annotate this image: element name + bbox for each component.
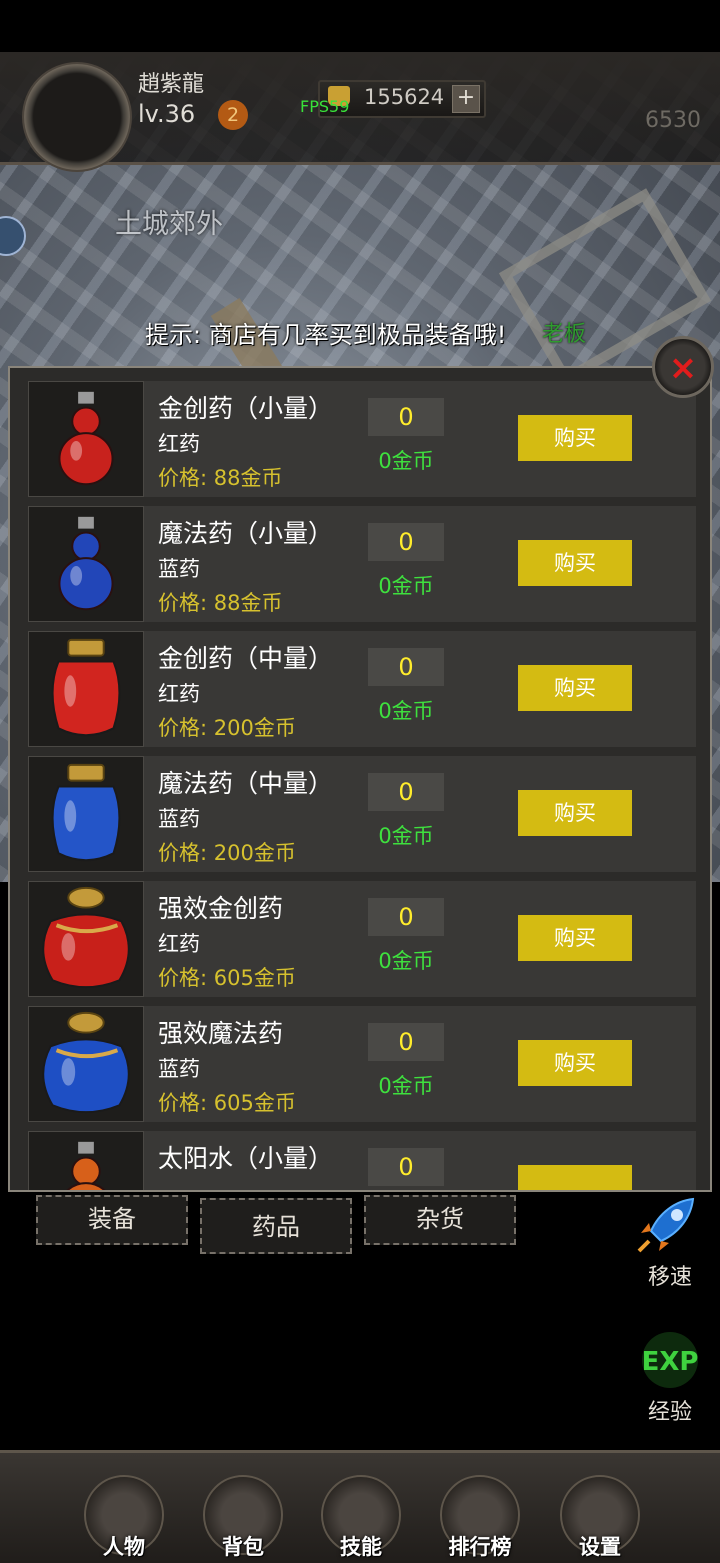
- nav-skills-label: 技能: [340, 1535, 382, 1559]
- shop-item-row: 强效魔法药蓝药价格: 605金币 0 0金币 购买: [28, 1006, 696, 1122]
- potion-bottle-icon: [51, 763, 121, 862]
- item-thumbnail[interactable]: [28, 881, 144, 997]
- exp-icon-text: EXP: [642, 1347, 699, 1377]
- buy-button[interactable]: 购买: [518, 790, 632, 836]
- item-thumbnail[interactable]: [28, 1131, 144, 1190]
- tab-label: 装备: [88, 1205, 136, 1233]
- potion-bottle-icon: [42, 886, 130, 989]
- item-thumbnail[interactable]: [28, 631, 144, 747]
- item-name: 金创药（中量）: [158, 644, 334, 673]
- item-thumbnail[interactable]: [28, 506, 144, 622]
- total-cost: 0金币: [378, 449, 434, 473]
- potion-bottle-icon: [58, 391, 114, 486]
- gold-value: 155624: [364, 85, 445, 109]
- item-type: 蓝药: [158, 557, 200, 581]
- item-thumbnail[interactable]: [28, 756, 144, 872]
- exp-button[interactable]: EXP 经验: [632, 1330, 708, 1426]
- nav-ranking[interactable]: 排行榜: [440, 1475, 520, 1559]
- buy-button[interactable]: 购买: [518, 540, 632, 586]
- item-name: 太阳水（小量）: [158, 1144, 334, 1173]
- tab-goods[interactable]: 杂货: [364, 1195, 516, 1245]
- quantity-input[interactable]: 0: [368, 648, 444, 686]
- bottom-nav: 人物 背包 技能 排行榜 设置: [0, 1450, 720, 1563]
- nav-backpack-label: 背包: [222, 1535, 264, 1559]
- zone-name: 土城郊外: [115, 209, 223, 240]
- shop-item-row: 魔法药（中量） 蓝药价格: 200金币 0 0金币 购买: [28, 756, 696, 872]
- nav-character[interactable]: 人物: [84, 1475, 164, 1559]
- shop-tip: 提示: 商店有几率买到极品装备哦!: [145, 321, 507, 349]
- shop-item-row: 太阳水（小量） 0: [28, 1131, 696, 1190]
- total-cost: 0金币: [378, 949, 434, 973]
- move-speed-label: 移速: [647, 1265, 692, 1290]
- buy-button[interactable]: [518, 1165, 632, 1190]
- item-price: 价格: 200金币: [158, 841, 296, 865]
- nav-character-label: 人物: [103, 1535, 145, 1559]
- quantity-input[interactable]: 0: [368, 398, 444, 436]
- potion-bottle-icon: [51, 638, 121, 737]
- nav-ranking-label: 排行榜: [448, 1535, 512, 1559]
- item-price: 价格: 605金币: [158, 1091, 296, 1115]
- potion-bottle-icon: [42, 1011, 130, 1114]
- item-type: 蓝药: [158, 807, 200, 831]
- tab-label: 药品: [252, 1213, 300, 1241]
- player-level: lv.36: [138, 100, 196, 128]
- shop-item-row: 魔法药（小量） 蓝药价格: 88金币 0 0金币 购买: [28, 506, 696, 622]
- quantity-input[interactable]: 0: [368, 1023, 444, 1061]
- exp-icon: EXP: [642, 1332, 699, 1388]
- item-price: 价格: 88金币: [158, 466, 283, 490]
- quantity-input[interactable]: 0: [368, 523, 444, 561]
- potion-bottle-icon: [58, 516, 114, 611]
- buy-button[interactable]: 购买: [518, 915, 632, 961]
- shop-item-row: 金创药（中量） 红药价格: 200金币 0 0金币 购买: [28, 631, 696, 747]
- exp-label: 经验: [647, 1400, 692, 1425]
- item-name: 金创药（小量）: [158, 394, 334, 423]
- total-cost: 0金币: [378, 574, 434, 598]
- tab-potions[interactable]: 药品: [200, 1198, 352, 1254]
- item-price: 价格: 200金币: [158, 716, 296, 740]
- tab-equipment[interactable]: 装备: [36, 1195, 188, 1245]
- shop-item-row: 强效金创药红药价格: 605金币 0 0金币 购买: [28, 881, 696, 997]
- buy-button[interactable]: 购买: [518, 665, 632, 711]
- shop-panel: 金创药（小量） 红药 价格: 88金币 0 0金币 购买 魔法药（小量） 蓝药 价格: 88金…: [8, 366, 712, 1192]
- player-name: 趙紫龍: [138, 72, 205, 97]
- total-cost: 0金币: [378, 699, 434, 723]
- item-type: 红药: [158, 682, 200, 706]
- total-cost: 0金币: [378, 824, 434, 848]
- item-type: 红药: [158, 932, 200, 956]
- potion-bottle-icon: [66, 1141, 106, 1190]
- player-avatar[interactable]: [22, 62, 132, 172]
- shop-item-row: 金创药（小量） 红药价格: 88金币 0 0金币 购买: [28, 381, 696, 497]
- tab-label: 杂货: [416, 1205, 464, 1233]
- quantity-input[interactable]: 0: [368, 773, 444, 811]
- nav-settings-label: 设置: [579, 1535, 621, 1559]
- item-name: 强效金创药: [158, 894, 284, 923]
- item-price: 价格: 605金币: [158, 966, 296, 990]
- nav-backpack[interactable]: 背包: [203, 1475, 283, 1559]
- npc-name-label: 老板: [542, 322, 587, 347]
- fps-counter: FPS59: [300, 97, 350, 116]
- item-thumbnail[interactable]: [28, 1006, 144, 1122]
- hud-right-value: 6530: [645, 108, 701, 133]
- add-gold-button[interactable]: +: [452, 85, 480, 113]
- item-type: 蓝药: [158, 1057, 200, 1081]
- nav-settings[interactable]: 设置: [560, 1475, 640, 1559]
- total-cost: 0金币: [378, 1074, 434, 1098]
- quantity-input[interactable]: 0: [368, 1148, 444, 1186]
- move-speed-button[interactable]: 移速: [632, 1195, 708, 1291]
- item-thumbnail[interactable]: [28, 381, 144, 497]
- nav-skills[interactable]: 技能: [321, 1475, 401, 1559]
- status-bar: [0, 0, 720, 52]
- level-badge[interactable]: 2: [218, 100, 248, 130]
- item-name: 强效魔法药: [158, 1019, 284, 1048]
- item-name: 魔法药（中量）: [158, 769, 334, 798]
- item-price: 价格: 88金币: [158, 591, 283, 615]
- rocket-icon: [637, 1197, 695, 1253]
- close-button[interactable]: ×: [652, 336, 714, 398]
- quantity-input[interactable]: 0: [368, 898, 444, 936]
- buy-button[interactable]: 购买: [518, 415, 632, 461]
- buy-button[interactable]: 购买: [518, 1040, 632, 1086]
- item-name: 魔法药（小量）: [158, 519, 334, 548]
- item-type: 红药: [158, 432, 200, 456]
